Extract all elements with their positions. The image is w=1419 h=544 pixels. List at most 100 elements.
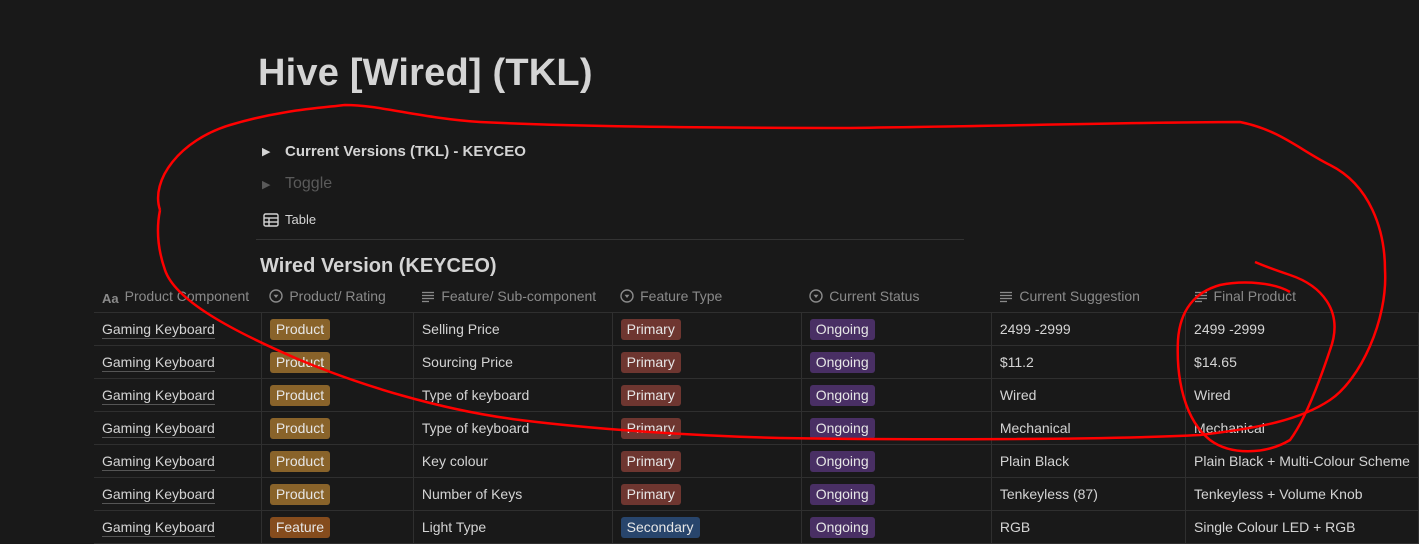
cell-text: Mechanical (999, 420, 1071, 436)
text-lines-icon (421, 290, 435, 306)
toggle-current-versions[interactable]: ▶ Current Versions (TKL) - KEYCEO (262, 143, 526, 160)
column-header-current-suggestion[interactable]: Current Suggestion (991, 282, 1186, 313)
status-tag: Ongoing (809, 384, 875, 406)
cell-suggestion[interactable]: RGB (991, 510, 1187, 544)
view-tab-table[interactable]: Table (263, 212, 316, 227)
cell-feature[interactable]: Selling Price (413, 312, 613, 346)
cell-component[interactable]: Gaming Keyboard (94, 477, 262, 511)
cell-final[interactable]: Single Colour LED + RGB (1185, 510, 1419, 544)
cell-rating[interactable]: Product (261, 444, 414, 478)
cell-final[interactable]: $14.65 (1185, 345, 1419, 379)
cell-type[interactable]: Primary (612, 444, 802, 478)
status-tag: Ongoing (809, 351, 875, 373)
cell-component[interactable]: Gaming Keyboard (94, 345, 262, 379)
page-link[interactable]: Gaming Keyboard (102, 321, 215, 339)
cell-feature[interactable]: Type of keyboard (413, 378, 613, 412)
cell-status[interactable]: Ongoing (801, 411, 992, 445)
cell-type[interactable]: Primary (612, 345, 802, 379)
cell-text: Tenkeyless (87) (999, 486, 1098, 502)
page-link[interactable]: Gaming Keyboard (102, 453, 215, 471)
cell-type[interactable]: Secondary (612, 510, 802, 544)
column-header-feature-type[interactable]: Feature Type (612, 282, 802, 313)
table-row[interactable]: Gaming Keyboard Product Type of keyboard Pr… (94, 378, 1419, 412)
cell-component[interactable]: Gaming Keyboard (94, 312, 262, 346)
cell-final[interactable]: Mechanical (1185, 411, 1419, 445)
cell-suggestion[interactable]: Mechanical (991, 411, 1187, 445)
select-icon (620, 289, 634, 306)
table-header-row: Aa Product Component Product/ Rating Featur… (94, 282, 1419, 313)
triangle-right-icon[interactable]: ▶ (262, 178, 273, 191)
cell-final[interactable]: Plain Black + Multi-Colour Scheme (1185, 444, 1419, 478)
column-header-current-status[interactable]: Current Status (801, 282, 992, 313)
cell-final[interactable]: Tenkeyless + Volume Knob (1185, 477, 1419, 511)
cell-component[interactable]: Gaming Keyboard (94, 411, 262, 445)
cell-final[interactable]: Wired (1185, 378, 1419, 412)
cell-feature[interactable]: Sourcing Price (413, 345, 613, 379)
cell-suggestion[interactable]: 2499 -2999 (991, 312, 1187, 346)
page-link[interactable]: Gaming Keyboard (102, 519, 215, 537)
toggle-placeholder[interactable]: ▶ Toggle (262, 175, 332, 193)
cell-rating[interactable]: Product (261, 411, 414, 445)
cell-type[interactable]: Primary (612, 312, 802, 346)
cell-text: $14.65 (1194, 354, 1237, 370)
type-tag: Primary (620, 351, 681, 373)
table-icon (263, 212, 279, 227)
cell-suggestion[interactable]: Wired (991, 378, 1187, 412)
cell-status[interactable]: Ongoing (801, 378, 992, 412)
cell-status[interactable]: Ongoing (801, 345, 992, 379)
cell-feature[interactable]: Type of keyboard (413, 411, 613, 445)
cell-suggestion[interactable]: Tenkeyless (87) (991, 477, 1187, 511)
cell-status[interactable]: Ongoing (801, 510, 992, 544)
table-row[interactable]: Gaming Keyboard Product Type of keyboard Pr… (94, 411, 1419, 445)
status-tag: Ongoing (809, 483, 875, 505)
cell-component[interactable]: Gaming Keyboard (94, 444, 262, 478)
column-header-product-component[interactable]: Aa Product Component (94, 282, 262, 313)
cell-type[interactable]: Primary (612, 477, 802, 511)
select-icon (269, 289, 284, 306)
type-tag: Primary (620, 384, 681, 406)
table-row[interactable]: Gaming Keyboard Feature Light Type Secondar… (94, 510, 1419, 544)
cell-type[interactable]: Primary (612, 411, 802, 445)
cell-feature[interactable]: Light Type (413, 510, 613, 544)
page-link[interactable]: Gaming Keyboard (102, 354, 215, 372)
column-header-feature-sub-component[interactable]: Feature/ Sub-component (413, 282, 613, 313)
column-header-product-rating[interactable]: Product/ Rating (261, 282, 414, 313)
cell-suggestion[interactable]: Plain Black (991, 444, 1187, 478)
cell-text: Type of keyboard (421, 420, 530, 436)
cell-final[interactable]: 2499 -2999 (1185, 312, 1419, 346)
toggle-label: Current Versions (TKL) - KEYCEO (285, 143, 526, 160)
table-row[interactable]: Gaming Keyboard Product Sourcing Price Prim… (94, 345, 1419, 379)
cell-rating[interactable]: Product (261, 477, 414, 511)
table-row[interactable]: Gaming Keyboard Product Number of Keys Prim… (94, 477, 1419, 511)
triangle-right-icon[interactable]: ▶ (262, 145, 273, 158)
view-tab-label: Table (285, 212, 317, 227)
cell-feature[interactable]: Number of Keys (413, 477, 613, 511)
page-link[interactable]: Gaming Keyboard (102, 387, 215, 405)
cell-rating[interactable]: Feature (261, 510, 414, 544)
cell-feature[interactable]: Key colour (413, 444, 613, 478)
cell-component[interactable]: Gaming Keyboard (94, 378, 262, 412)
rating-tag: Feature (269, 516, 331, 538)
type-tag: Secondary (620, 516, 700, 538)
cell-text: RGB (999, 519, 1031, 535)
cell-rating[interactable]: Product (261, 345, 414, 379)
cell-text: Mechanical (1194, 420, 1265, 436)
cell-type[interactable]: Primary (612, 378, 802, 412)
database-table: Aa Product Component Product/ Rating Featur… (94, 282, 1419, 544)
type-tag: Primary (620, 450, 681, 472)
cell-component[interactable]: Gaming Keyboard (94, 510, 262, 544)
page-link[interactable]: Gaming Keyboard (102, 420, 215, 438)
cell-text: Sourcing Price (421, 354, 513, 370)
cell-rating[interactable]: Product (261, 312, 414, 346)
cell-text: Selling Price (421, 321, 500, 337)
cell-status[interactable]: Ongoing (801, 444, 992, 478)
page-link[interactable]: Gaming Keyboard (102, 486, 215, 504)
table-row[interactable]: Gaming Keyboard Product Key colour Primary O… (94, 444, 1419, 478)
cell-status[interactable]: Ongoing (801, 477, 992, 511)
table-row[interactable]: Gaming Keyboard Product Selling Price Prima… (94, 312, 1419, 346)
cell-status[interactable]: Ongoing (801, 312, 992, 346)
cell-suggestion[interactable]: $11.2 (991, 345, 1187, 379)
column-header-label: Product Component (124, 288, 250, 304)
cell-rating[interactable]: Product (261, 378, 414, 412)
column-header-final-product[interactable]: Final Product (1185, 282, 1419, 313)
